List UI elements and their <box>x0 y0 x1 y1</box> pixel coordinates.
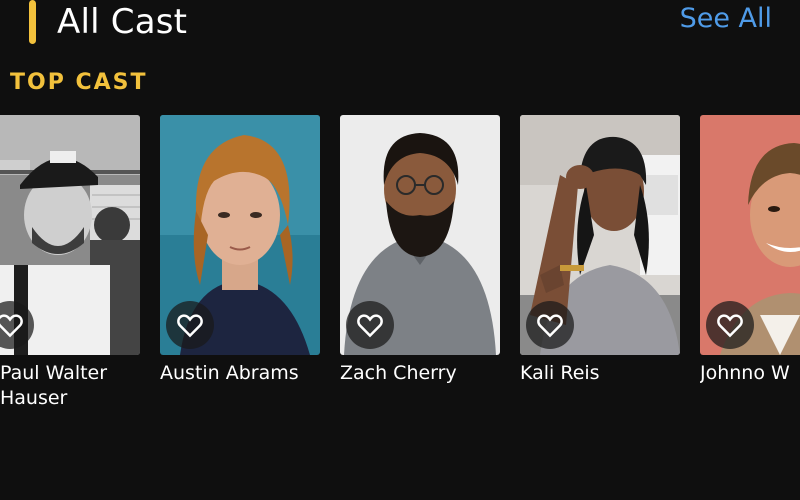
header: All Cast See All <box>0 0 800 50</box>
cast-screen: All Cast See All TOP CAST Paul Walter Ha… <box>0 0 800 500</box>
favorite-button[interactable] <box>706 301 754 349</box>
heart-outline-icon <box>357 314 383 338</box>
page-title: All Cast <box>57 2 188 42</box>
cast-name: Zach Cherry <box>340 362 457 384</box>
cast-name: Kali Reis <box>520 362 600 384</box>
cast-name: Paul Walter Hauser <box>0 362 108 409</box>
favorite-button[interactable] <box>526 301 574 349</box>
cast-card[interactable]: Johnno W <box>700 115 800 415</box>
favorite-button[interactable] <box>346 301 394 349</box>
cast-name: Johnno W <box>700 362 790 384</box>
cast-card[interactable]: Austin Abrams <box>160 115 320 415</box>
heart-outline-icon <box>717 314 743 338</box>
section-title: TOP CAST <box>10 70 148 95</box>
cast-carousel[interactable]: Paul Walter Hauser Austin Abrams Zach Ch… <box>0 115 800 415</box>
heart-outline-icon <box>537 314 563 338</box>
see-all-link[interactable]: See All <box>680 2 772 36</box>
heart-outline-icon <box>0 314 23 338</box>
heart-outline-icon <box>177 314 203 338</box>
favorite-button[interactable] <box>166 301 214 349</box>
cast-card[interactable]: Paul Walter Hauser <box>0 115 140 415</box>
cast-card[interactable]: Kali Reis <box>520 115 680 415</box>
cast-name: Austin Abrams <box>160 362 299 384</box>
cast-card[interactable]: Zach Cherry <box>340 115 500 415</box>
title-accent-bar <box>29 0 36 44</box>
